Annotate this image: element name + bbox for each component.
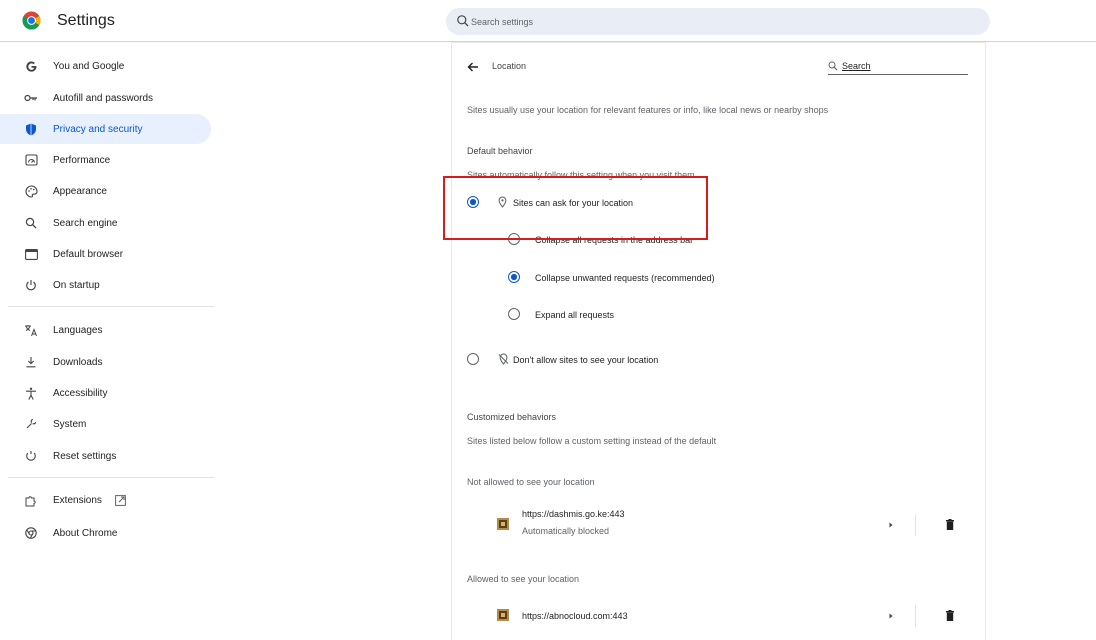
sidebar-item-extensions[interactable]: Extensions (8, 486, 211, 516)
chrome-icon (24, 526, 38, 540)
accessibility-icon (24, 386, 38, 400)
site-status: Automatically blocked (522, 526, 610, 536)
sidebar-item-performance[interactable]: Performance (8, 145, 211, 175)
site-url: https://abnocloud.com:443 (522, 611, 628, 621)
site-favicon-icon (497, 518, 509, 530)
app-title: Settings (57, 12, 115, 29)
header-bar: Settings (0, 0, 1096, 42)
option-expand-all-label: Expand all requests (535, 310, 615, 320)
browser-window-icon (24, 247, 38, 261)
sidebar-item-privacy-and-security[interactable]: Privacy and security (0, 114, 211, 144)
page-search-input[interactable] (842, 59, 966, 73)
reset-icon (24, 449, 38, 463)
sidebar-item-label: Autofill and passwords (53, 92, 154, 104)
sidebar-item-you-and-google[interactable]: You and Google (8, 51, 211, 81)
chrome-logo-icon (22, 11, 41, 30)
sidebar-item-label: Extensions (53, 495, 126, 507)
arrow-right-icon[interactable] (887, 521, 895, 529)
sidebar-item-appearance[interactable]: Appearance (8, 176, 211, 206)
page-description: Sites usually use your location for rele… (467, 105, 829, 115)
key-icon (24, 91, 38, 105)
settings-search-input[interactable] (471, 13, 971, 30)
sidebar-item-label: Default browser (53, 248, 124, 260)
sidebar-item-label: System (53, 418, 87, 430)
power-icon (24, 278, 38, 292)
page-title: Location (492, 61, 527, 71)
sidebar-item-label: Privacy and security (53, 123, 143, 135)
shield-icon (24, 122, 38, 136)
sidebar-item-label: You and Google (53, 60, 125, 72)
site-row-allowed[interactable]: https://abnocloud.com:443 (452, 595, 985, 640)
search-icon (828, 61, 838, 71)
sidebar-divider (8, 306, 214, 307)
settings-search-box[interactable] (446, 8, 990, 35)
default-behavior-heading: Default behavior (467, 146, 533, 156)
location-settings-card: Location Sites usually use your location… (452, 43, 985, 640)
row-divider (915, 605, 916, 627)
sidebar-item-label: On startup (53, 279, 100, 291)
radio-collapse-unwanted[interactable] (508, 271, 520, 283)
extensions-label: Extensions (53, 495, 102, 507)
sidebar-item-label: Performance (53, 154, 111, 166)
sidebar-item-label: Appearance (53, 185, 107, 197)
trash-icon[interactable] (946, 519, 954, 530)
google-g-icon (24, 59, 38, 73)
sidebar-item-label: About Chrome (53, 527, 118, 539)
highlight-annotation-box (443, 176, 708, 240)
back-arrow-icon[interactable] (465, 59, 481, 75)
page-search-box[interactable] (828, 59, 968, 75)
row-divider (915, 514, 916, 536)
search-icon (24, 216, 38, 230)
customized-heading: Customized behaviors (467, 412, 557, 422)
sidebar-item-autofill[interactable]: Autofill and passwords (8, 83, 211, 113)
option-collapse-unwanted-label: Collapse unwanted requests (recommended) (535, 273, 715, 283)
sidebar-item-accessibility[interactable]: Accessibility (8, 378, 211, 408)
site-url: https://dashmis.go.ke:443 (522, 509, 625, 519)
sidebar-item-about-chrome[interactable]: About Chrome (8, 518, 211, 548)
sidebar-item-label: Languages (53, 324, 103, 336)
sidebar-item-label: Search engine (53, 217, 118, 229)
radio-block-location[interactable] (467, 353, 479, 365)
open-in-new-icon (114, 495, 126, 507)
sidebar-item-downloads[interactable]: Downloads (8, 347, 211, 377)
radio-expand-all[interactable] (508, 308, 520, 320)
sidebar-item-on-startup[interactable]: On startup (8, 270, 211, 300)
sidebar-item-system[interactable]: System (8, 409, 211, 439)
sidebar-divider (8, 477, 214, 478)
download-icon (24, 355, 38, 369)
sidebar-item-default-browser[interactable]: Default browser (8, 239, 211, 269)
sidebar-nav: You and Google Autofill and passwords Pr… (0, 42, 214, 640)
wrench-icon (24, 417, 38, 431)
site-row-blocked[interactable]: https://dashmis.go.ke:443 Automatically … (452, 501, 985, 549)
speedometer-icon (24, 153, 38, 167)
sidebar-item-search-engine[interactable]: Search engine (8, 208, 211, 238)
sidebar-item-languages[interactable]: Languages (8, 315, 211, 345)
not-allowed-heading: Not allowed to see your location (467, 477, 595, 487)
sidebar-item-label: Accessibility (53, 387, 108, 399)
site-favicon-icon (497, 609, 509, 621)
sidebar-item-label: Reset settings (53, 450, 117, 462)
option-block-label: Don't allow sites to see your location (513, 355, 659, 365)
customized-subheading: Sites listed below follow a custom setti… (467, 436, 717, 446)
sidebar-item-reset-settings[interactable]: Reset settings (8, 441, 211, 471)
translate-icon (24, 323, 38, 337)
puzzle-icon (24, 494, 38, 508)
palette-icon (24, 184, 38, 198)
sidebar-item-label: Downloads (53, 356, 103, 368)
search-icon (457, 15, 469, 27)
allowed-heading: Allowed to see your location (467, 574, 580, 584)
trash-icon[interactable] (946, 610, 954, 621)
arrow-right-icon[interactable] (887, 612, 895, 620)
location-off-icon (498, 353, 509, 365)
card-header: Location (452, 43, 985, 91)
